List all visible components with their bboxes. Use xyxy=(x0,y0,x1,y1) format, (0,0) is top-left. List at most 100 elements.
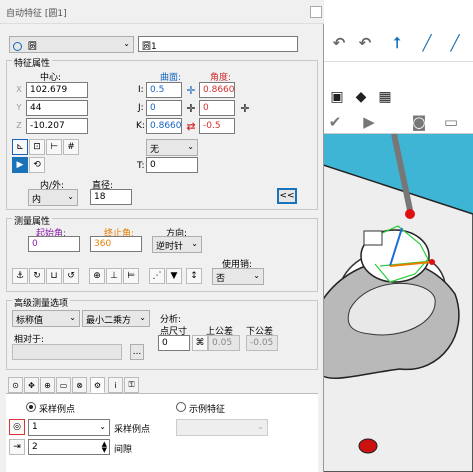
chevron-down-icon: ⌄ xyxy=(123,39,130,48)
angle-k-field[interactable]: -0.5 xyxy=(199,118,235,134)
y-axis-label: Y xyxy=(16,103,22,112)
spinner-icon[interactable]: ▲ ▼ xyxy=(102,441,107,454)
advanced-options-heading: 高级测量选项 xyxy=(12,296,71,309)
check-icon[interactable]: ✔ xyxy=(324,111,346,133)
depth-icon[interactable]: ⊔ xyxy=(46,268,62,284)
display-icon[interactable]: ▭ xyxy=(440,111,462,133)
collapse-button[interactable]: << xyxy=(277,188,297,204)
check-depth-icon[interactable]: ⊨ xyxy=(123,268,139,284)
surface-k-field[interactable]: 0.86602 xyxy=(146,118,182,134)
cad-toolbar-view: ▣ ◆ ▦ xyxy=(320,84,473,110)
grid-coord-icon[interactable]: # xyxy=(63,139,79,155)
z-axis-label: Z xyxy=(16,121,22,130)
inout-select[interactable]: 内 ⌄ xyxy=(28,189,78,206)
close-button[interactable] xyxy=(310,6,322,18)
diameter-field[interactable]: 18 xyxy=(90,189,132,205)
rotate-back-icon[interactable]: ↺ xyxy=(63,268,79,284)
feature-properties-heading: 特征属性 xyxy=(12,56,53,69)
nominal-value: 标称值 xyxy=(16,316,44,326)
center-z-field[interactable]: -10.207 xyxy=(26,118,88,134)
measure-now-icon[interactable]: ⊢ xyxy=(46,139,62,155)
direction-select[interactable]: 逆时针 ⌄ xyxy=(152,236,202,253)
tab-move-icon[interactable]: ✥ xyxy=(24,377,39,393)
vertical-adjust-icon[interactable]: ↕ xyxy=(186,268,202,284)
feature-name-field[interactable]: 圆1 xyxy=(138,36,298,52)
sample-count-select[interactable]: 1 ⌄ xyxy=(28,419,110,436)
fit-algorithm-select[interactable]: 最小二乘方 ⌄ xyxy=(82,310,150,327)
tab-auto-wrist-icon[interactable]: ⚿ xyxy=(124,377,139,393)
grid-icon[interactable]: ▦ xyxy=(374,86,396,108)
chevron-down-icon: ⌄ xyxy=(187,142,194,151)
tab-info-icon[interactable]: ⅰ xyxy=(108,377,123,393)
center-x-field[interactable]: 102.679 xyxy=(26,82,88,98)
polar-coord-icon[interactable]: ⊾ xyxy=(12,139,28,155)
relative-to-field[interactable] xyxy=(12,344,122,360)
cad-toolbar-top: ↶ ↶ ⭡ ╱ ╱ xyxy=(320,24,473,62)
k-label: K: xyxy=(136,121,145,131)
none-select-value: 无 xyxy=(150,145,160,155)
end-angle-field[interactable]: 360 xyxy=(90,236,142,252)
cad-3d-view[interactable] xyxy=(320,134,473,472)
x-axis-label: X xyxy=(16,85,22,94)
tab-display-icon[interactable]: ▭ xyxy=(56,377,71,393)
find-nominal-icon[interactable]: ⊡ xyxy=(29,139,45,155)
use-pin-select[interactable]: 否 ⌄ xyxy=(212,268,264,285)
analysis-graphic-icon[interactable]: ⌘ xyxy=(192,335,208,351)
angle-vector-spin-icon[interactable]: ✛ xyxy=(238,100,252,116)
play-icon[interactable]: ▶ xyxy=(358,111,380,133)
sample-feature-radio-label: 示例特征 xyxy=(189,405,226,415)
tab-sample-icon[interactable]: ⚙ xyxy=(90,377,105,393)
surface-j-field[interactable]: 0 xyxy=(146,100,182,116)
tab-contact-icon[interactable]: ⊙ xyxy=(8,377,23,393)
angle-j-field[interactable]: 0 xyxy=(199,100,235,116)
spacing-field[interactable]: 2 ▲ ▼ xyxy=(28,439,110,455)
auto-feature-dialog: 自动特征 [圆1] 圆 ⌄ 圆1 特征属性 中心: 曲面: 角度: X 102.… xyxy=(0,0,324,472)
surface-i-field[interactable]: 0.5 xyxy=(146,82,182,98)
feature-type-select[interactable]: 圆 ⌄ xyxy=(9,36,134,53)
sample-feature-select[interactable]: ⌄ xyxy=(176,419,268,436)
camera-icon[interactable]: ◙ xyxy=(408,111,430,133)
chevron-down-icon: ⌄ xyxy=(191,239,198,248)
reset-icon[interactable]: ⟲ xyxy=(29,157,45,173)
spacing-label: 间隙 xyxy=(114,445,133,455)
rotate-path-icon[interactable]: ↻ xyxy=(29,268,45,284)
surface-vector-spin-icon[interactable]: ✛ xyxy=(184,82,198,98)
chevron-down-icon: ⌄ xyxy=(99,422,106,431)
thickness-field[interactable]: 0 xyxy=(146,157,198,173)
vector-flip-icon[interactable]: ⇄ xyxy=(184,118,198,134)
anchor-icon[interactable]: ⚓ xyxy=(12,268,28,284)
chevron-down-icon: ⌄ xyxy=(69,313,76,322)
play-path-icon[interactable]: ▶ xyxy=(12,157,28,173)
upper-tolerance-field[interactable]: 0.05 xyxy=(208,335,240,351)
line-icon[interactable]: ╱ xyxy=(416,32,438,54)
center-y-field[interactable]: 44 xyxy=(26,100,88,116)
points-icon[interactable]: ⋰ xyxy=(149,268,165,284)
tab-exclude-icon[interactable]: ⊗ xyxy=(72,377,87,393)
none-select[interactable]: 无 ⌄ xyxy=(146,139,198,156)
plane-icon[interactable]: ╱ xyxy=(444,32,466,54)
tab-clearance-icon[interactable]: ⊕ xyxy=(40,377,55,393)
sample-feature-radio[interactable] xyxy=(176,402,186,412)
cube-wire-icon[interactable]: ▣ xyxy=(326,86,348,108)
point-up-icon[interactable]: ⭡ xyxy=(386,32,408,54)
start-angle-field[interactable]: 0 xyxy=(28,236,80,252)
filter-icon[interactable]: ▼ xyxy=(166,268,182,284)
undo-icon[interactable]: ↶ xyxy=(328,32,350,54)
use-pin-value: 否 xyxy=(216,274,226,284)
sample-count-label: 采样例点 xyxy=(114,425,151,435)
inout-value: 内 xyxy=(32,195,42,205)
sample-points-radio[interactable] xyxy=(26,402,36,412)
redo-icon[interactable]: ↶ xyxy=(354,32,376,54)
flip-vector-icon[interactable]: ✛ xyxy=(184,100,198,116)
lower-tolerance-field[interactable]: -0.05 xyxy=(246,335,278,351)
nominal-select[interactable]: 标称值 ⌄ xyxy=(12,310,80,327)
probe-down-icon[interactable]: ⊥ xyxy=(106,268,122,284)
part-model-graphic xyxy=(320,134,473,472)
browse-button[interactable]: ... xyxy=(130,344,144,360)
circle-icon xyxy=(13,42,22,51)
cube-solid-icon[interactable]: ◆ xyxy=(350,86,372,108)
sample-points-radio-label: 采样例点 xyxy=(39,405,76,415)
angle-i-field[interactable]: 0.86602 xyxy=(199,82,235,98)
point-size-field[interactable]: 0 xyxy=(158,335,190,351)
target-icon[interactable]: ⊕ xyxy=(89,268,105,284)
